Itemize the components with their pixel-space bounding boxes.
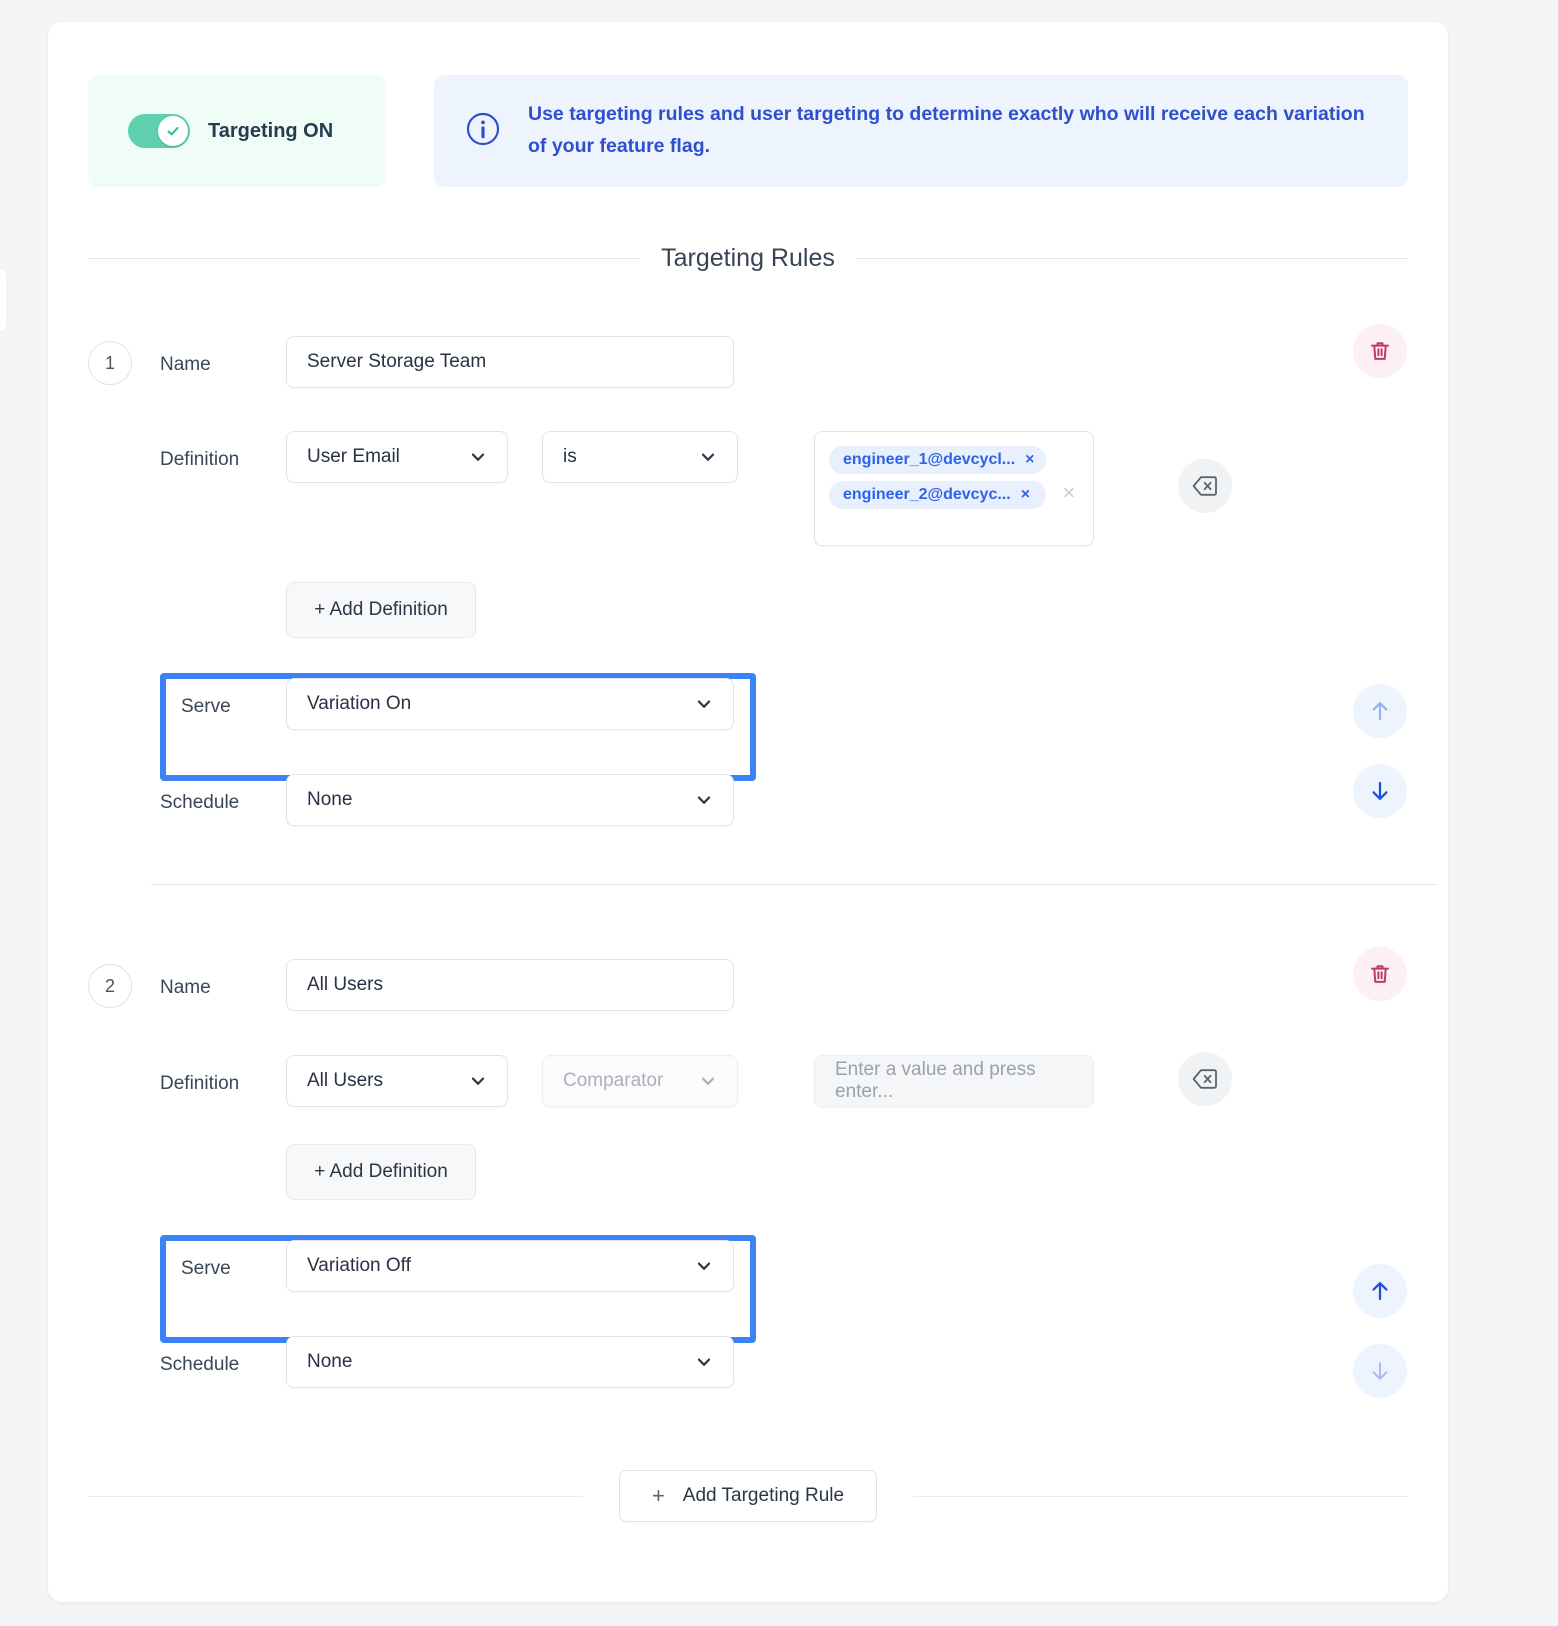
- value-tag-label: engineer_1@devcycl...: [843, 451, 1015, 469]
- add-definition-button[interactable]: + Add Definition: [286, 582, 476, 638]
- add-targeting-rule-label: Add Targeting Rule: [683, 1485, 844, 1507]
- comparator-value: is: [563, 446, 577, 468]
- arrow-up-icon: [1367, 1278, 1393, 1304]
- backspace-icon: [1192, 475, 1218, 497]
- rule-name-label: Name: [160, 354, 211, 376]
- delete-rule-button[interactable]: [1353, 324, 1407, 378]
- backspace-icon: [1192, 1068, 1218, 1090]
- remove-tag-icon[interactable]: ×: [1021, 487, 1030, 503]
- move-rule-up-button[interactable]: [1353, 684, 1407, 738]
- plus-icon: +: [652, 1485, 665, 1507]
- targeting-card: Targeting ON Use targeting rules and use…: [48, 22, 1448, 1602]
- heading-divider-left: [88, 258, 639, 259]
- clear-definition-button[interactable]: [1178, 1052, 1232, 1106]
- definition-field-value: All Users: [307, 1070, 383, 1092]
- add-targeting-rule-button[interactable]: + Add Targeting Rule: [619, 1470, 877, 1522]
- page-title: Targeting Rules: [661, 244, 835, 273]
- comparator-select[interactable]: is: [542, 431, 738, 483]
- schedule-value: None: [307, 1351, 352, 1373]
- arrow-down-icon: [1367, 1358, 1393, 1384]
- rule-name-input[interactable]: Server Storage Team: [286, 336, 734, 388]
- schedule-value: None: [307, 789, 352, 811]
- value-tag-input[interactable]: engineer_1@devcycl... × engineer_2@devcy…: [814, 431, 1094, 546]
- add-definition-button[interactable]: + Add Definition: [286, 1144, 476, 1200]
- clear-all-values-icon[interactable]: ×: [1062, 452, 1075, 504]
- chevron-down-icon: [469, 448, 487, 466]
- serve-variation-select[interactable]: Variation On: [286, 678, 734, 730]
- schedule-select[interactable]: None: [286, 1336, 734, 1388]
- definition-field-select[interactable]: User Email: [286, 431, 508, 483]
- arrow-down-icon: [1367, 778, 1393, 804]
- rule-definition-label: Definition: [160, 1073, 239, 1095]
- info-circle-icon: [464, 110, 502, 153]
- rule-name-input[interactable]: All Users: [286, 959, 734, 1011]
- chevron-down-icon: [469, 1072, 487, 1090]
- comparator-value: Comparator: [563, 1070, 663, 1092]
- trash-icon: [1368, 962, 1392, 986]
- check-icon: [165, 123, 181, 139]
- rule-divider: [151, 884, 1436, 885]
- rule-name-label: Name: [160, 977, 211, 999]
- definition-field-value: User Email: [307, 446, 400, 468]
- chevron-down-icon: [695, 695, 713, 713]
- page-edge-marker: [0, 270, 6, 330]
- value-input[interactable]: Enter a value and press enter...: [814, 1055, 1094, 1107]
- comparator-select[interactable]: Comparator: [542, 1055, 738, 1107]
- rule-schedule-label: Schedule: [160, 792, 239, 814]
- chevron-down-icon: [695, 1257, 713, 1275]
- heading-divider-right: [857, 258, 1408, 259]
- value-tag[interactable]: engineer_1@devcycl... ×: [829, 446, 1046, 474]
- trash-icon: [1368, 339, 1392, 363]
- rule-serve-label: Serve: [181, 1258, 231, 1280]
- move-rule-down-button[interactable]: [1353, 1344, 1407, 1398]
- chevron-down-icon: [699, 448, 717, 466]
- info-banner-text: Use targeting rules and user targeting t…: [528, 99, 1378, 162]
- rule-serve-label: Serve: [181, 696, 231, 718]
- rule-definition-label: Definition: [160, 449, 239, 471]
- definition-field-select[interactable]: All Users: [286, 1055, 508, 1107]
- rule-number-badge: 2: [88, 964, 132, 1008]
- toggle-knob: [158, 116, 188, 146]
- targeting-rules-page: Targeting ON Use targeting rules and use…: [0, 0, 1558, 1626]
- chevron-down-icon: [699, 1072, 717, 1090]
- serve-variation-select[interactable]: Variation Off: [286, 1240, 734, 1292]
- add-rule-footer: + Add Targeting Rule: [88, 1470, 1408, 1522]
- move-rule-down-button[interactable]: [1353, 764, 1407, 818]
- value-tag[interactable]: engineer_2@devcyc... ×: [829, 481, 1046, 509]
- rule-schedule-label: Schedule: [160, 1354, 239, 1376]
- section-heading: Targeting Rules: [88, 244, 1408, 273]
- delete-rule-button[interactable]: [1353, 947, 1407, 1001]
- value-tag-label: engineer_2@devcyc...: [843, 486, 1011, 504]
- rule-number-badge: 1: [88, 341, 132, 385]
- remove-tag-icon[interactable]: ×: [1025, 452, 1034, 468]
- schedule-select[interactable]: None: [286, 774, 734, 826]
- targeting-toggle-pill[interactable]: Targeting ON: [88, 75, 386, 187]
- value-tag-list: engineer_1@devcycl... × engineer_2@devcy…: [829, 446, 1046, 509]
- footer-divider-left: [88, 1496, 583, 1497]
- targeting-toggle[interactable]: [128, 114, 190, 148]
- info-banner: Use targeting rules and user targeting t…: [434, 75, 1408, 187]
- footer-divider-right: [913, 1496, 1408, 1497]
- targeting-toggle-label: Targeting ON: [208, 120, 333, 143]
- targeting-header-row: Targeting ON Use targeting rules and use…: [88, 75, 1408, 187]
- move-rule-up-button[interactable]: [1353, 1264, 1407, 1318]
- chevron-down-icon: [695, 1353, 713, 1371]
- clear-definition-button[interactable]: [1178, 459, 1232, 513]
- serve-variation-value: Variation Off: [307, 1255, 411, 1277]
- chevron-down-icon: [695, 791, 713, 809]
- arrow-up-icon: [1367, 698, 1393, 724]
- serve-variation-value: Variation On: [307, 693, 411, 715]
